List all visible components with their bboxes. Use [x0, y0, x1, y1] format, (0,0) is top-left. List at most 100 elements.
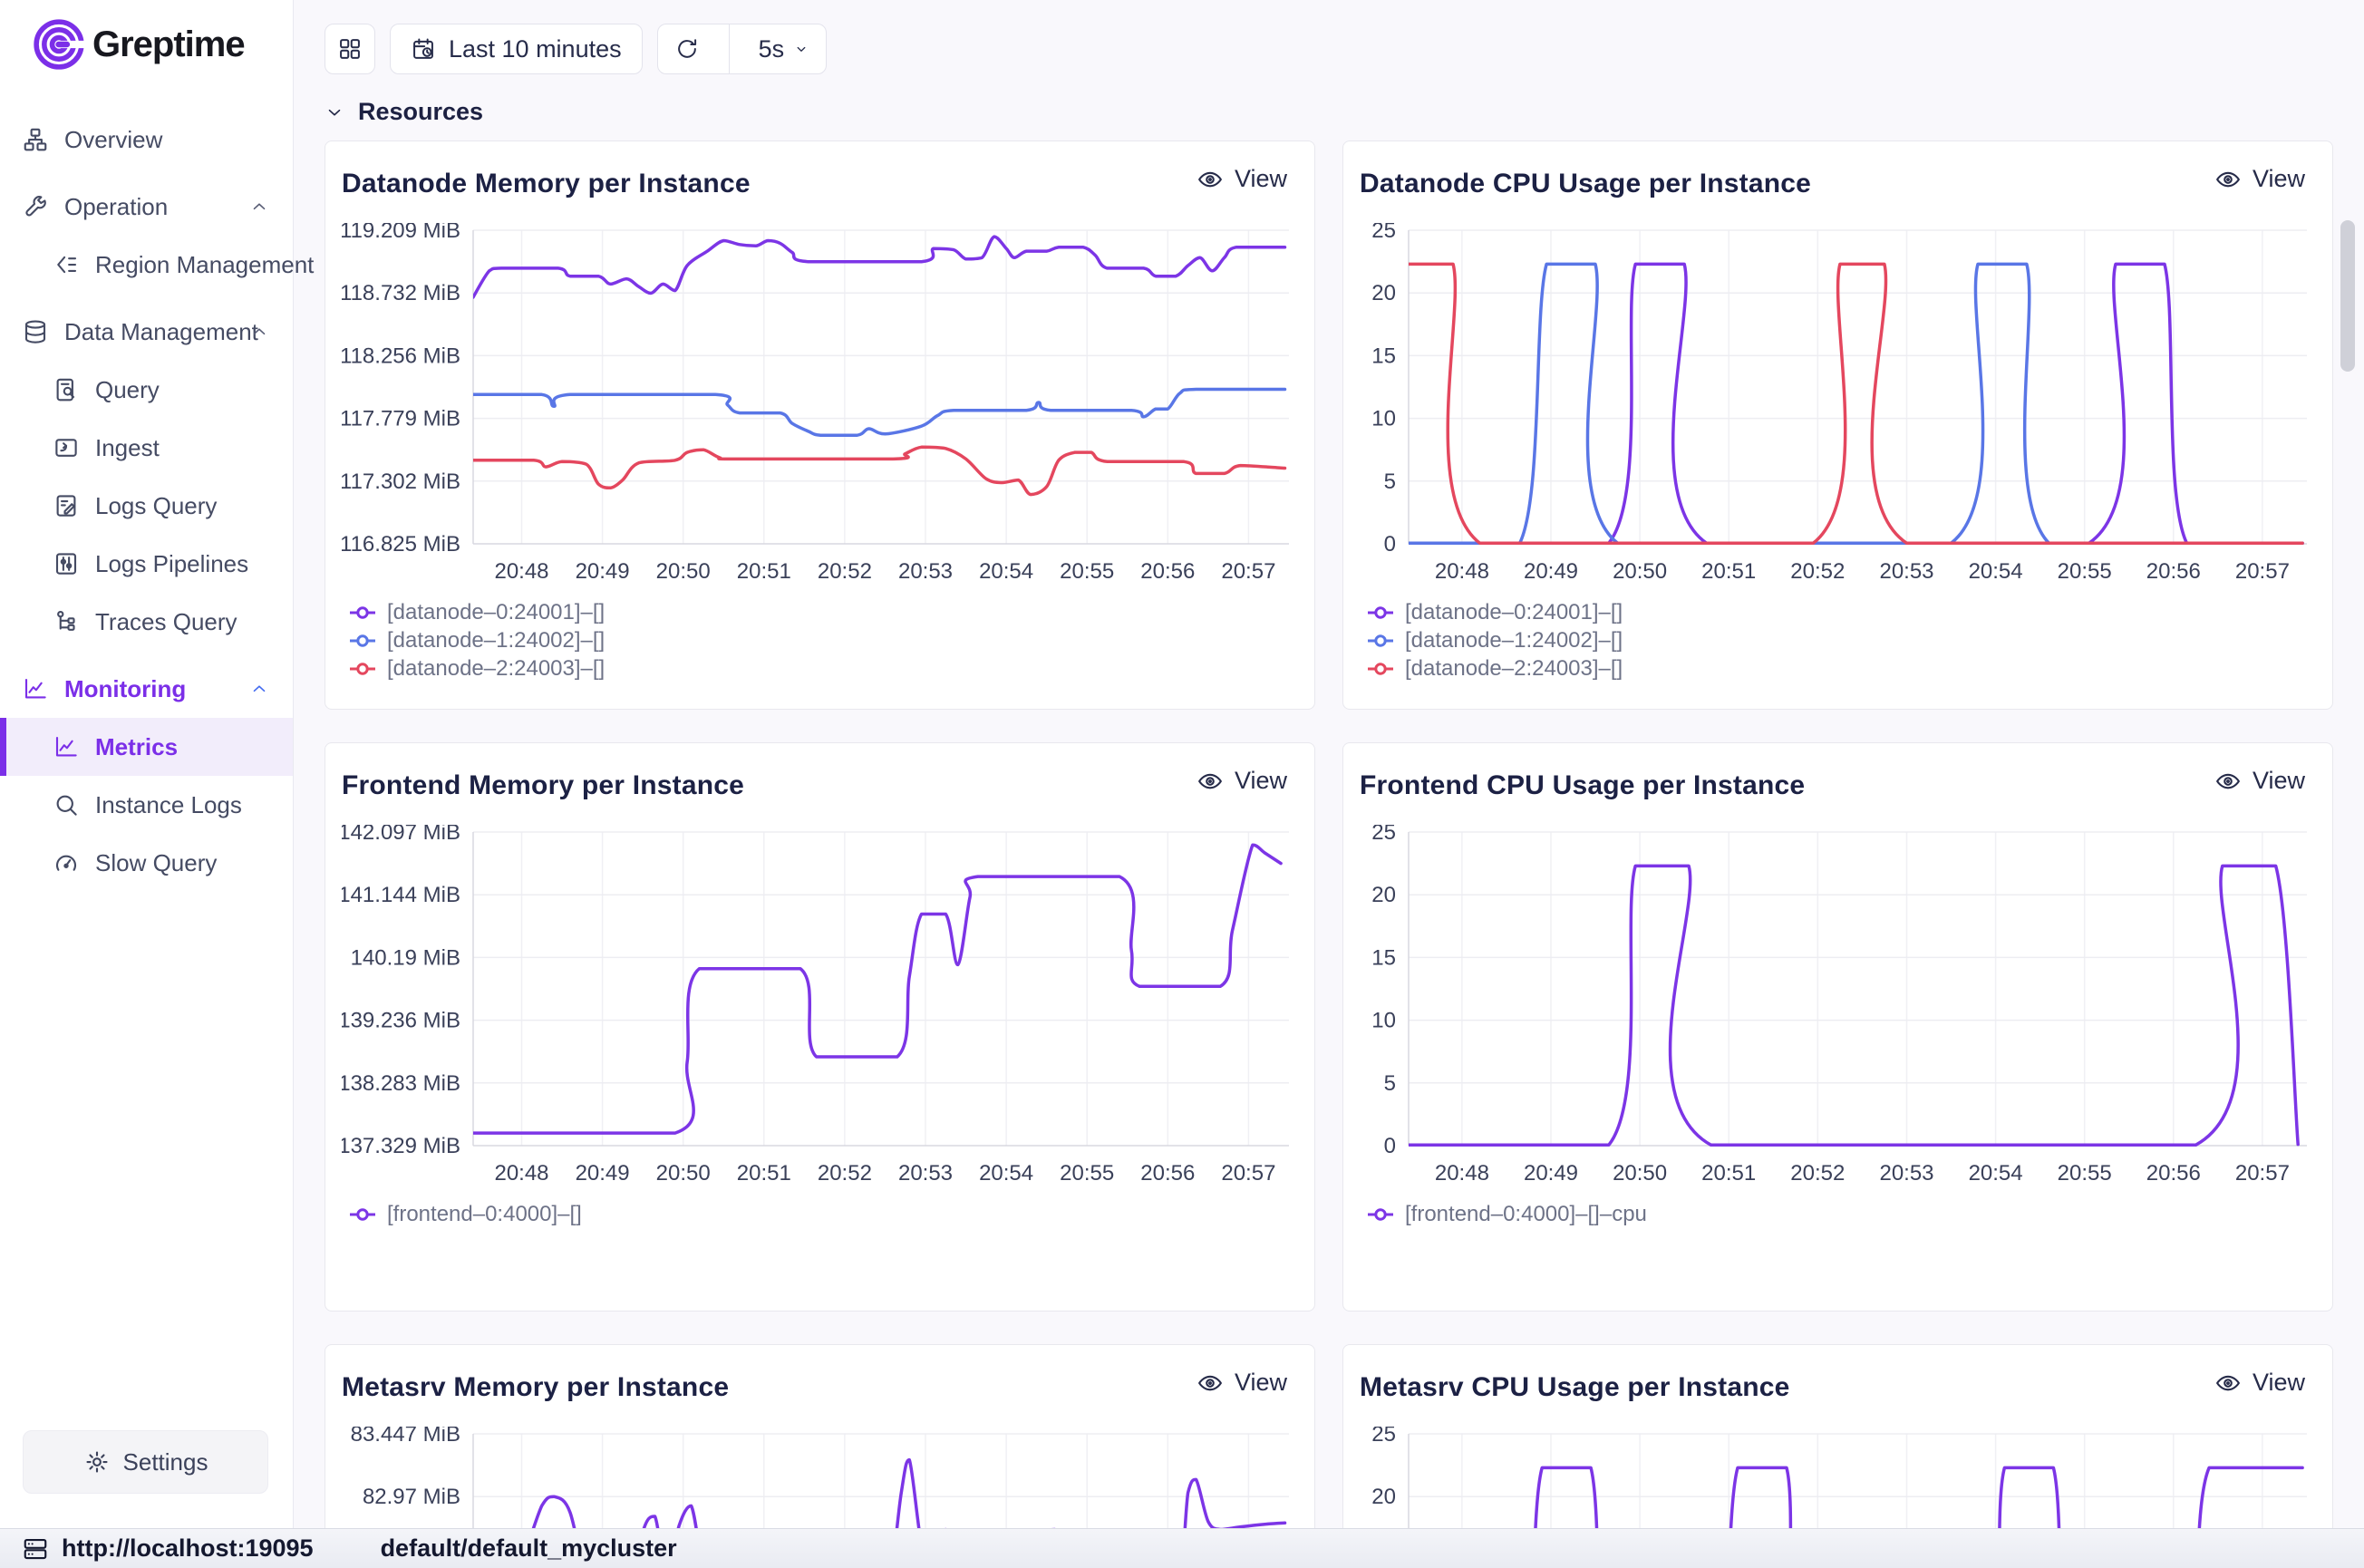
- svg-text:5: 5: [1384, 1071, 1396, 1096]
- view-button[interactable]: View: [1197, 165, 1287, 193]
- sidebar-item-label: Ingest: [95, 434, 160, 462]
- svg-text:82.97 MiB: 82.97 MiB: [363, 1485, 460, 1509]
- legend-item[interactable]: [datanode–0:24001]–[]: [1367, 598, 2314, 626]
- sidebar-item-slow-query[interactable]: Slow Query: [0, 834, 293, 892]
- svg-text:20:56: 20:56: [1140, 1161, 1195, 1186]
- server-icon: [22, 1535, 49, 1563]
- view-label: View: [2253, 165, 2305, 193]
- svg-text:20:51: 20:51: [737, 1161, 791, 1186]
- legend-item[interactable]: [datanode–1:24002]–[]: [1367, 626, 2314, 654]
- view-button[interactable]: View: [2214, 165, 2305, 193]
- svg-text:25: 25: [1371, 1427, 1396, 1447]
- sidebar-item-logs-query[interactable]: Logs Query: [0, 477, 293, 535]
- refresh-button[interactable]: [658, 24, 716, 74]
- sidebar-item-data-management[interactable]: Data Management: [0, 303, 293, 361]
- refresh-interval-select[interactable]: 5s: [742, 24, 827, 74]
- charts-grid: Datanode Memory per InstanceView119.209 …: [325, 140, 2364, 1568]
- svg-text:140.19 MiB: 140.19 MiB: [351, 945, 460, 970]
- line-chart[interactable]: 252015105020:4820:4920:5020:5120:5220:53…: [1360, 825, 2316, 1198]
- refresh-group: 5s: [657, 24, 828, 74]
- svg-text:118.256 MiB: 118.256 MiB: [342, 344, 460, 368]
- query-icon: [53, 376, 80, 403]
- gauge-icon: [53, 849, 80, 876]
- sidebar-item-label: Slow Query: [95, 849, 217, 877]
- series-marker-icon: [1367, 605, 1394, 620]
- svg-text:15: 15: [1371, 344, 1396, 368]
- main-content: Last 10 minutes 5s Resources Datanode Me…: [294, 0, 2364, 1568]
- view-label: View: [2253, 1369, 2305, 1397]
- svg-text:25: 25: [1371, 223, 1396, 243]
- settings-button[interactable]: Settings: [23, 1430, 268, 1494]
- sidebar-item-monitoring[interactable]: Monitoring: [0, 660, 293, 718]
- svg-text:20:48: 20:48: [1435, 559, 1489, 584]
- view-button[interactable]: View: [1197, 1369, 1287, 1397]
- sidebar-item-ingest[interactable]: Ingest: [0, 419, 293, 477]
- line-chart[interactable]: 142.097 MiB141.144 MiB140.19 MiB139.236 …: [342, 825, 1298, 1198]
- resources-section-header[interactable]: Resources: [325, 98, 2364, 126]
- refresh-interval-label: 5s: [759, 35, 785, 63]
- view-button[interactable]: View: [2214, 767, 2305, 795]
- line-chart[interactable]: 252015105020:4820:4920:5020:5120:5220:53…: [1360, 223, 2316, 596]
- svg-text:119.209 MiB: 119.209 MiB: [342, 223, 460, 243]
- legend-label: [datanode–0:24001]–[]: [1405, 600, 1623, 625]
- sidebar-item-region-management[interactable]: Region Management: [0, 236, 293, 294]
- svg-text:116.825 MiB: 116.825 MiB: [342, 532, 460, 557]
- chevron-up-icon: [249, 197, 269, 217]
- svg-text:0: 0: [1384, 532, 1396, 557]
- refresh-icon: [674, 36, 700, 62]
- legend-item[interactable]: [datanode–0:24001]–[]: [349, 598, 1296, 626]
- svg-text:0: 0: [1384, 1134, 1396, 1158]
- sidebar-item-instance-logs[interactable]: Instance Logs: [0, 776, 293, 834]
- legend-item[interactable]: [frontend–0:4000]–[]–cpu: [1367, 1200, 2314, 1228]
- sidebar-item-logs-pipelines[interactable]: Logs Pipelines: [0, 535, 293, 593]
- time-range-button[interactable]: Last 10 minutes: [390, 24, 643, 74]
- sidebar-item-query[interactable]: Query: [0, 361, 293, 419]
- svg-text:20: 20: [1371, 1485, 1396, 1509]
- metrics-icon: [53, 733, 80, 760]
- svg-text:20:55: 20:55: [1060, 559, 1114, 584]
- sidebar-item-label: Logs Query: [95, 492, 217, 520]
- view-button[interactable]: View: [1197, 767, 1287, 795]
- svg-text:20:57: 20:57: [2235, 1161, 2290, 1186]
- view-label: View: [1235, 1369, 1287, 1397]
- scrollbar-thumb[interactable]: [2340, 220, 2355, 372]
- legend-item[interactable]: [datanode–2:24003]–[]: [349, 654, 1296, 682]
- sidebar-item-label: Query: [95, 376, 160, 404]
- chart-legend: [datanode–0:24001]–[][datanode–1:24002]–…: [342, 598, 1296, 682]
- view-button[interactable]: View: [2214, 1369, 2305, 1397]
- svg-text:20:52: 20:52: [818, 559, 872, 584]
- svg-text:20:57: 20:57: [1221, 1161, 1275, 1186]
- line-chart[interactable]: 119.209 MiB118.732 MiB118.256 MiB117.779…: [342, 223, 1298, 596]
- sidebar-item-metrics[interactable]: Metrics: [0, 718, 293, 776]
- svg-text:20:55: 20:55: [2058, 559, 2112, 584]
- chart-title: Frontend Memory per Instance: [342, 770, 1296, 801]
- series-marker-icon: [349, 1207, 376, 1222]
- svg-text:20:50: 20:50: [656, 559, 711, 584]
- svg-text:20:57: 20:57: [2235, 559, 2290, 584]
- sidebar-nav: Overview OperationRegion Management Data M…: [0, 111, 293, 892]
- status-bar: http://localhost:19095 default/default_m…: [0, 1528, 2364, 1568]
- svg-text:20:52: 20:52: [818, 1161, 872, 1186]
- svg-text:20:54: 20:54: [979, 559, 1033, 584]
- legend-item[interactable]: [datanode–2:24003]–[]: [1367, 654, 2314, 682]
- sidebar-item-operation[interactable]: Operation: [0, 178, 293, 236]
- sidebar-item-overview[interactable]: Overview: [0, 111, 293, 169]
- legend-item[interactable]: [frontend–0:4000]–[]: [349, 1200, 1296, 1228]
- legend-label: [datanode–0:24001]–[]: [387, 600, 605, 625]
- dashboard-grid-button[interactable]: [325, 24, 375, 74]
- sidebar-item-traces-query[interactable]: Traces Query: [0, 593, 293, 651]
- chart-card: Frontend CPU Usage per InstanceView25201…: [1342, 742, 2333, 1312]
- divider: [729, 24, 730, 74]
- gear-icon: [83, 1448, 111, 1476]
- svg-text:20:53: 20:53: [1879, 559, 1933, 584]
- svg-text:20:55: 20:55: [2058, 1161, 2112, 1186]
- legend-item[interactable]: [datanode–1:24002]–[]: [349, 626, 1296, 654]
- chart-legend: [frontend–0:4000]–[]: [342, 1200, 1296, 1228]
- svg-text:20: 20: [1371, 281, 1396, 305]
- eye-icon: [1197, 166, 1224, 193]
- svg-text:25: 25: [1371, 825, 1396, 845]
- brand-logo[interactable]: Greptime: [0, 0, 293, 71]
- chart-title: Frontend CPU Usage per Instance: [1360, 770, 2314, 801]
- svg-text:117.779 MiB: 117.779 MiB: [342, 407, 460, 431]
- calendar-clock-icon: [411, 36, 436, 62]
